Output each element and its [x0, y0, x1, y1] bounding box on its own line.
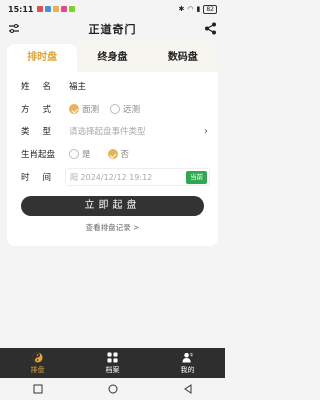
zodiac-label: 生肖起盘 [21, 150, 56, 160]
zodiac-yes-radio[interactable] [69, 149, 79, 159]
nav-label: 排盘 [30, 365, 45, 374]
notification-icon [45, 6, 52, 12]
page-title: 正道奇门 [88, 23, 137, 36]
grid-icon [107, 351, 118, 363]
tab-bar: 排时盘 终身盘 数码盘 [7, 44, 218, 72]
now-button[interactable]: 当前 [186, 171, 207, 184]
nav-label: 我的 [180, 365, 195, 374]
type-select[interactable]: 请选择起盘事件类型 [69, 125, 146, 137]
wifi-icon: ◠ [187, 5, 194, 13]
name-field[interactable]: 福主 [69, 80, 86, 92]
notification-icon [37, 6, 44, 12]
nav-item-profile[interactable]: 我的 [150, 348, 225, 378]
tab-time-chart[interactable]: 排时盘 [7, 44, 78, 72]
battery-icon: 82 [203, 4, 217, 14]
time-label: 时间 [21, 173, 51, 183]
notification-icons [37, 6, 76, 12]
time-row: 时间 阳 2024/12/12 19:12 当前 [7, 167, 218, 187]
mode-row: 方式 面测 远测 [7, 99, 218, 119]
mode-label: 方式 [21, 105, 51, 115]
status-right: ✱ ◠ ▮ 82 [178, 4, 217, 14]
chevron-right-icon[interactable]: › [204, 126, 208, 137]
nav-item-archive[interactable]: 档案 [75, 348, 150, 378]
menu-icon[interactable] [8, 23, 20, 35]
bottom-nav: 排盘 档案 我的 [0, 348, 225, 378]
name-label: 姓名 [21, 82, 51, 92]
status-time: 15:11 [8, 4, 34, 14]
tab-lifetime-chart[interactable]: 终身盘 [77, 44, 147, 72]
zodiac-options: 是 否 [69, 148, 137, 160]
status-bar: 15:11 ✱ ◠ ▮ 82 [0, 0, 225, 18]
notification-icon [69, 6, 76, 12]
view-records-link[interactable]: 查看排盘记录 > [7, 222, 218, 233]
notification-icon [61, 6, 68, 12]
notification-icon [53, 6, 60, 12]
bluetooth-icon: ✱ [178, 5, 185, 13]
signal-icon: ▮ [196, 5, 201, 13]
zodiac-no-radio[interactable] [107, 149, 118, 159]
user-icon [182, 352, 193, 363]
mode-face-radio[interactable] [69, 104, 79, 114]
zodiac-no-label[interactable]: 否 [121, 148, 130, 160]
time-value: 阳 2024/12/12 19:12 [70, 172, 153, 182]
chart-form-card: 排时盘 终身盘 数码盘 姓名 福主 方式 面测 远测 类型 请选择起盘事件类型 … [7, 44, 218, 246]
system-nav-bar [0, 378, 225, 400]
type-row[interactable]: 类型 请选择起盘事件类型 › [7, 121, 218, 141]
nav-item-chart[interactable]: 排盘 [0, 348, 75, 378]
mode-face-label[interactable]: 面测 [82, 103, 99, 115]
taiji-icon [32, 351, 43, 363]
home-icon[interactable] [108, 384, 118, 394]
type-label: 类型 [21, 127, 51, 137]
mode-options: 面测 远测 [69, 103, 148, 115]
start-chart-button[interactable]: 立即起盘 [21, 196, 204, 216]
mode-remote-label[interactable]: 远测 [123, 103, 140, 115]
back-icon[interactable] [183, 384, 193, 394]
tab-number-chart[interactable]: 数码盘 [148, 44, 218, 72]
zodiac-yes-label[interactable]: 是 [82, 148, 91, 160]
app-header: 正道奇门 [0, 18, 225, 40]
zodiac-row: 生肖起盘 是 否 [7, 144, 218, 164]
name-row: 姓名 福主 [7, 76, 218, 96]
time-input[interactable]: 阳 2024/12/12 19:12 当前 [65, 168, 210, 186]
nav-label: 档案 [105, 365, 120, 374]
mode-remote-radio[interactable] [110, 104, 121, 114]
share-icon[interactable] [204, 22, 217, 35]
recents-icon[interactable] [33, 384, 43, 394]
